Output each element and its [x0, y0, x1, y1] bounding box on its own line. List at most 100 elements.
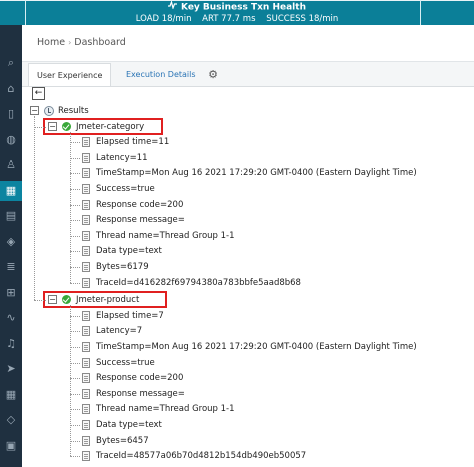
tree-connector — [70, 189, 80, 190]
tab-execution-details[interactable]: Execution Details — [118, 63, 204, 86]
tree-connector — [70, 157, 80, 159]
top-health-bar: Key Business Txn Health LOAD 18/min ART … — [0, 0, 474, 25]
document-icon — [82, 168, 90, 179]
attribute-item: Elapsed time=11 — [96, 137, 170, 148]
tree-connector — [70, 362, 80, 364]
attribute-item: TraceId=d416282f69794380a783bbfe5aad8b68 — [96, 277, 301, 288]
send-icon[interactable]: ➤ — [0, 359, 22, 379]
document-icon — [82, 199, 90, 210]
health-title[interactable]: Key Business Txn Health — [0, 0, 474, 13]
document-icon — [82, 373, 90, 384]
attribute-item: TraceId=48577a06b70d4812b154db490eb50057 — [96, 451, 307, 462]
document-icon — [82, 310, 90, 321]
breadcrumb-current: Dashboard — [74, 37, 126, 48]
home-icon[interactable]: ⌂ — [0, 79, 22, 99]
attribute-item: Thread name=Thread Group 1-1 — [96, 230, 235, 241]
tag-icon[interactable]: ◇ — [0, 410, 22, 430]
document-icon — [82, 388, 90, 399]
attribute-item: Latency=7 — [96, 326, 143, 337]
document-icon — [82, 451, 90, 462]
results-expander[interactable]: − — [30, 106, 39, 115]
node-expander[interactable]: − — [48, 295, 57, 305]
document-icon — [82, 404, 90, 415]
results-icon — [44, 106, 54, 116]
attribute-item: Response message= — [96, 388, 185, 399]
document-icon — [82, 246, 90, 257]
document-icon — [82, 184, 90, 194]
metric-load: LOAD 18/min — [135, 14, 192, 24]
back-arrow-icon[interactable]: ← — [32, 87, 45, 100]
pulse-icon[interactable]: ∿ — [0, 308, 22, 328]
sidebar: ⌕ ⌂ ▯ ◍ ♙ ▦ ▤ ◈ ≣ ⊞ ∿ ♫ ➤ ▦ ◇ ▣ — [0, 25, 27, 467]
grid-icon[interactable]: ▦ — [0, 385, 22, 405]
tree-connector — [34, 116, 35, 301]
layers-icon[interactable]: ≣ — [0, 257, 22, 277]
health-title-text: Key Business Txn Health — [181, 2, 306, 13]
bell-icon[interactable]: ♫ — [0, 334, 22, 354]
tree-connector — [70, 456, 80, 458]
tree-connector — [70, 173, 80, 175]
tree-connector — [70, 315, 80, 317]
tree-connector — [70, 220, 80, 222]
tree-connector — [70, 235, 80, 237]
tree-connector — [70, 305, 71, 457]
attribute-item: Response code=200 — [96, 199, 184, 210]
document-icon — [82, 262, 90, 272]
attribute-item: TimeStamp=Mon Aug 16 2021 17:29:20 GMT-0… — [96, 168, 417, 179]
document-icon — [82, 277, 90, 288]
map-icon[interactable]: ▦ — [0, 180, 22, 201]
tree-connector — [70, 251, 80, 253]
user-icon[interactable]: ♙ — [0, 155, 22, 175]
attribute-item: Elapsed time=7 — [96, 310, 164, 321]
metric-success: SUCCESS 18/min — [266, 14, 339, 24]
tree-connector — [34, 126, 46, 128]
tree-connector — [70, 425, 80, 426]
breadcrumb-home[interactable]: Home — [37, 37, 65, 48]
attribute-item: Success=true — [96, 184, 155, 194]
document-icon — [82, 326, 90, 337]
document-icon — [82, 420, 90, 430]
attribute-item: Latency=11 — [96, 152, 148, 163]
document-icon — [82, 137, 90, 148]
breadcrumb-separator: › — [68, 38, 72, 47]
node-label[interactable]: Jmeter-product — [76, 294, 139, 306]
main-panel: Home › Dashboard User Experience Execution… — [22, 25, 474, 467]
document-icon — [82, 215, 90, 226]
document-icon — [82, 435, 90, 446]
tree-connector — [70, 131, 71, 283]
document-icon — [82, 230, 90, 241]
attribute-item: Response message= — [96, 215, 185, 226]
gear-icon[interactable]: ⚙ — [206, 63, 220, 86]
tree-connector — [70, 267, 80, 268]
breadcrumb: Home › Dashboard — [37, 37, 126, 48]
success-icon — [62, 121, 71, 131]
attribute-item: Bytes=6179 — [96, 262, 149, 272]
tree-connector — [70, 204, 80, 206]
attribute-item: Bytes=6457 — [96, 435, 149, 446]
tree-connector — [70, 347, 80, 348]
tree-connector — [70, 409, 80, 411]
cube-icon[interactable]: ◈ — [0, 232, 22, 252]
network-icon[interactable]: ⊞ — [0, 283, 22, 303]
health-metrics: LOAD 18/min ART 77.7 ms SUCCESS 18/min — [0, 13, 474, 25]
tree-connector — [70, 282, 80, 284]
document-icon — [82, 152, 90, 163]
tree-connector — [34, 300, 46, 302]
tab-user-experience[interactable]: User Experience — [28, 63, 112, 86]
results-label: Results — [58, 106, 89, 116]
document-icon — [82, 342, 90, 352]
tree-connector — [70, 378, 80, 380]
search-icon[interactable]: ⌕ — [0, 53, 22, 73]
node-expander[interactable]: − — [48, 121, 57, 131]
node-label[interactable]: Jmeter-category — [76, 121, 144, 133]
tree-connector — [70, 142, 80, 144]
tree-connector — [70, 440, 80, 442]
metric-art: ART 77.7 ms — [202, 14, 256, 24]
briefcase-icon[interactable]: ▣ — [0, 436, 22, 456]
tablet-icon[interactable]: ▯ — [0, 104, 22, 124]
results-tree: ← − Results − Jmeter-category Elapsed time=1… — [22, 87, 474, 467]
attribute-item: Thread name=Thread Group 1-1 — [96, 404, 235, 415]
calendar-icon[interactable]: ▤ — [0, 206, 22, 226]
attribute-item: Response code=200 — [96, 373, 184, 384]
globe-icon[interactable]: ◍ — [0, 130, 22, 150]
